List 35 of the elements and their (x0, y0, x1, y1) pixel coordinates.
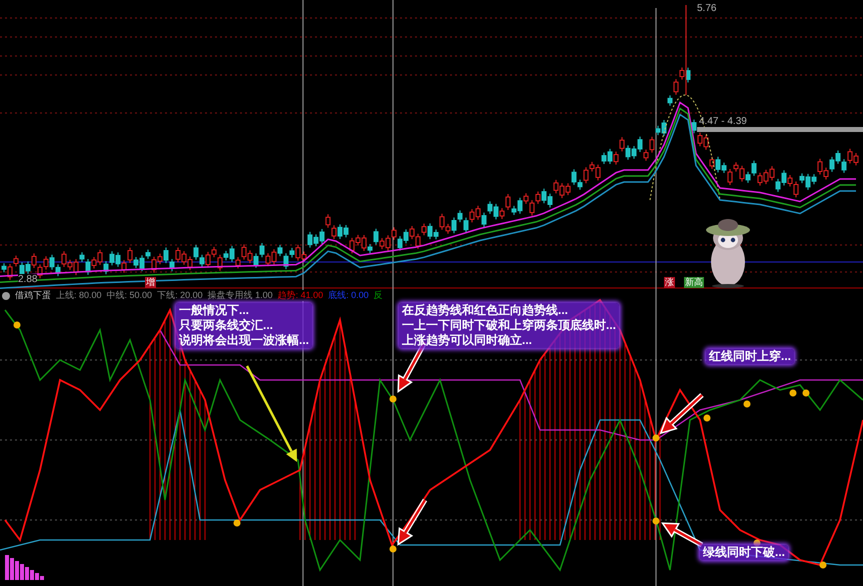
signal-badge: 新高 (684, 277, 704, 288)
annotation-text: 红线同时上穿... (706, 349, 794, 364)
arrow (397, 498, 428, 546)
annotation-text: 一般情况下... 只要两条线交汇... 说明将会出现一波涨幅... (176, 303, 312, 348)
indicator-param: 趋势: 41.00 (278, 290, 324, 301)
indicator-param: 反 (374, 290, 383, 301)
indicator-param: 上线: 80.00 (56, 290, 102, 301)
indicator-param: 中线: 50.00 (106, 290, 152, 301)
price-label: 2.88 (18, 274, 38, 285)
histogram-drawing (5, 555, 44, 580)
penguin-drawing (706, 219, 750, 288)
signal-dot (390, 396, 396, 402)
indicator-name: 借鸡下蛋 (15, 290, 51, 301)
indicator-param: 底线: 0.00 (328, 290, 369, 301)
signal-dot (14, 322, 20, 328)
price-label: 5.76 (697, 2, 716, 16)
indicator-param: 下线: 20.00 (157, 290, 203, 301)
signal-dot (790, 390, 796, 396)
signal-badge: 增 (145, 277, 156, 288)
signal-badge: 涨 (664, 277, 675, 288)
indicator-icon[interactable] (2, 292, 10, 300)
signal-dot (652, 434, 660, 442)
signal-dot (704, 414, 710, 422)
indicator-param: 操盘专用线 1.00 (208, 290, 273, 301)
arrow (660, 393, 704, 434)
arrow (661, 522, 704, 548)
signal-dot (652, 518, 660, 524)
annotation-text: 绿线同时下破... (700, 545, 788, 560)
annotation-text: 在反趋势线和红色正向趋势线... 一上一下同时下破和上穿两条顶底线时... 上涨趋势可以同时确立... (399, 303, 620, 348)
signal-dot (234, 520, 240, 526)
signal-dot (744, 400, 750, 408)
price-label: 4.47 - 4.39 (699, 115, 747, 129)
signal-dot (802, 390, 810, 396)
signal-dot (390, 546, 396, 552)
signal-dot (820, 562, 826, 568)
